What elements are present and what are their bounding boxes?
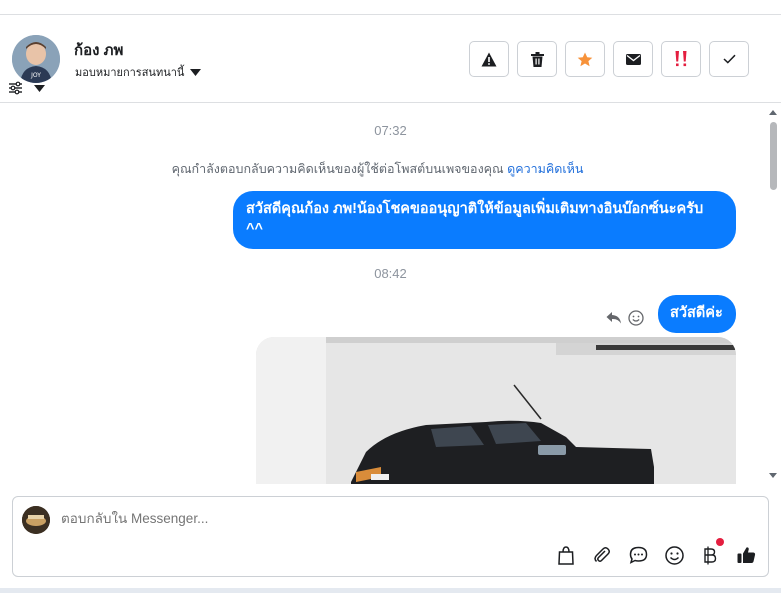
notice-text: คุณกำลังตอบกลับความคิดเห็นของผู้ใช้ต่อโพ… <box>171 162 504 176</box>
page-avatar <box>22 506 50 534</box>
notification-dot-icon <box>716 538 724 546</box>
envelope-icon <box>625 53 641 65</box>
conversation-header: JOY ก้อง ภพ มอบหมายการสนทนานี้ <box>0 15 781 103</box>
star-button[interactable] <box>565 41 605 77</box>
scroll-down-arrow-icon[interactable] <box>767 472 779 480</box>
reply-input[interactable] <box>61 511 661 526</box>
payment-button[interactable] <box>699 538 724 566</box>
sent-message-bubble[interactable]: สวัสดีคุณก้อง ภพ!น้องโชคขออนุญาติให้ข้อม… <box>233 191 736 249</box>
view-comment-link[interactable]: ดูความคิดเห็น <box>507 162 583 176</box>
assign-label: มอบหมายการสนทนานี้ <box>75 67 185 79</box>
double-exclamation-icon <box>675 51 687 67</box>
sent-message-bubble[interactable]: สวัสดีค่ะ <box>658 295 736 333</box>
contact-avatar[interactable]: JOY <box>12 35 60 83</box>
thumbs-up-icon <box>737 547 755 563</box>
timestamp: 07:32 <box>374 123 407 138</box>
thread-scrollbar[interactable] <box>767 104 779 482</box>
reply-icon[interactable] <box>606 311 622 325</box>
sent-photo-attachment[interactable] <box>256 337 736 484</box>
scroll-up-arrow-icon[interactable] <box>767 108 779 116</box>
follow-up-button[interactable] <box>661 41 701 77</box>
scrollbar-thumb[interactable] <box>770 122 777 190</box>
assign-conversation-dropdown[interactable]: มอบหมายการสนทนานี้ <box>75 63 202 81</box>
warning-icon <box>481 52 497 66</box>
saved-replies-button[interactable] <box>627 544 649 566</box>
report-button[interactable] <box>469 41 509 77</box>
truck-photo <box>256 337 736 484</box>
mark-unread-button[interactable] <box>613 41 653 77</box>
bottom-strip <box>0 588 781 593</box>
timestamp: 08:42 <box>374 266 407 281</box>
emoji-icon <box>664 545 684 565</box>
mark-done-button[interactable] <box>709 41 749 77</box>
svg-text:JOY: JOY <box>30 72 41 79</box>
emoji-button[interactable] <box>663 544 685 566</box>
trash-icon <box>530 51 544 67</box>
page-avatar-image <box>22 506 50 534</box>
delete-button[interactable] <box>517 41 557 77</box>
reply-composer <box>12 496 769 577</box>
message-thread[interactable]: 07:32 คุณกำลังตอบกลับความคิดเห็นของผู้ใช… <box>0 104 781 484</box>
attach-file-button[interactable] <box>591 544 613 566</box>
shop-bag-button[interactable] <box>555 544 577 566</box>
filter-menu-button[interactable] <box>8 81 45 95</box>
reply-context-notice: คุณกำลังตอบกลับความคิดเห็นของผู้ใช้ต่อโพ… <box>0 159 755 179</box>
send-like-button[interactable] <box>735 544 757 566</box>
bag-icon <box>558 545 574 565</box>
caret-down-icon <box>190 68 202 76</box>
react-emoji-icon[interactable] <box>628 310 644 326</box>
avatar-photo: JOY <box>12 35 60 83</box>
message-actions <box>606 310 644 326</box>
contact-name[interactable]: ก้อง ภพ <box>74 38 123 62</box>
sliders-icon <box>9 81 22 95</box>
chat-icon <box>629 546 647 564</box>
check-icon <box>722 54 736 64</box>
baht-icon <box>704 546 717 564</box>
star-icon <box>577 52 593 66</box>
paperclip-icon <box>594 547 610 563</box>
caret-down-icon <box>34 84 45 92</box>
